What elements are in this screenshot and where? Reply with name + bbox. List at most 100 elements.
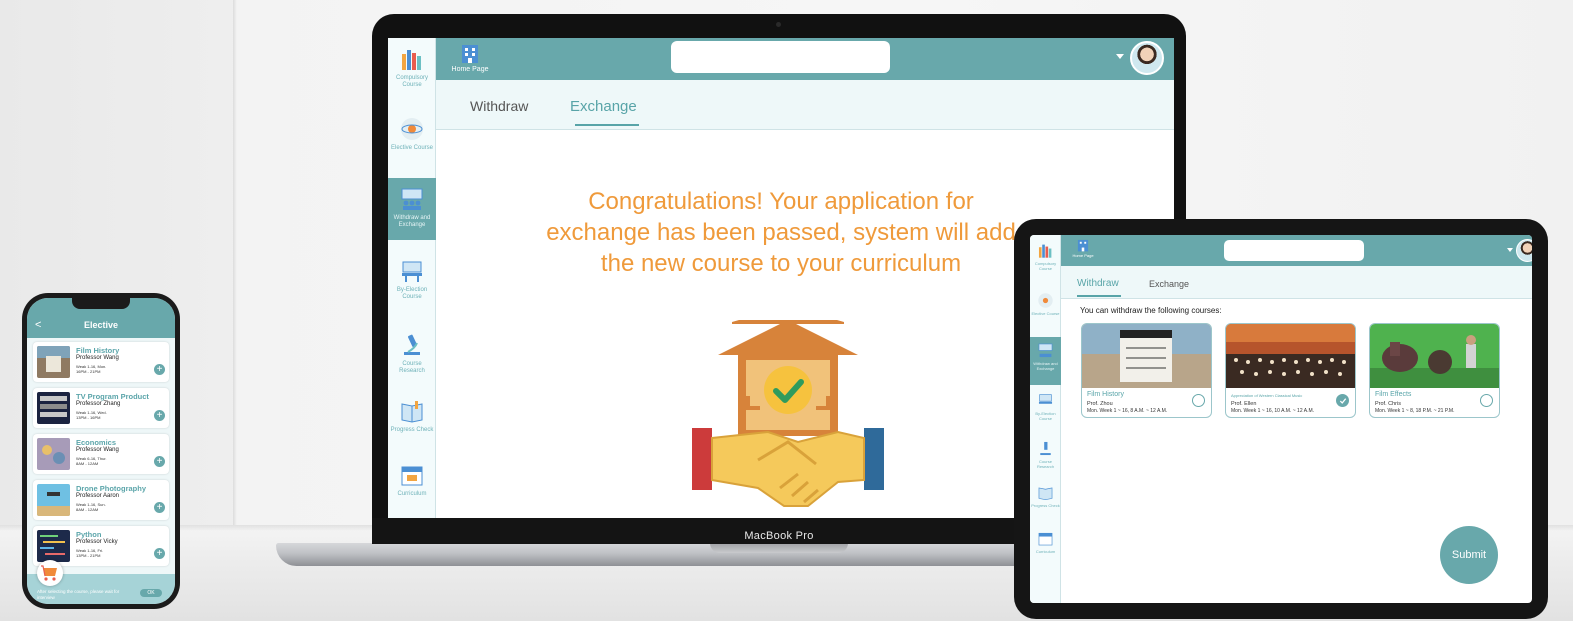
add-course-button[interactable]: + [154,456,165,467]
books-icon [1038,244,1052,258]
sidebar: Compulsory Course Elective Course Withdr… [1030,235,1061,603]
course-time: 8AM - 12AM [76,461,99,466]
course-card[interactable]: Film History Prof. Zhou Mon. Week 1 ~ 16… [1081,323,1212,418]
sidebar: Compulsory Course Elective Course Withdr… [388,38,436,518]
tab-exchange[interactable]: Exchange [1149,279,1189,289]
handshake-icon [692,428,884,507]
course-thumbnail [37,438,70,470]
desk-icon [402,261,422,282]
active-tab-indicator [1077,295,1121,297]
atom-icon [401,118,423,140]
select-radio[interactable] [1480,394,1493,407]
course-thumbnail [37,392,70,424]
course-professor: Professor Wang [76,355,119,361]
sidebar-item-label: Withdraw and Exchange [393,215,431,228]
sidebar-item-label: Withdraw and Exchange [1033,361,1058,371]
sidebar-item-curriculum[interactable]: Curriculum [1030,525,1061,573]
list-item[interactable]: Drone Photography Professor Aaron Weak 1… [33,480,169,520]
tab-bar: Withdraw Exchange [1061,266,1532,299]
sidebar-item-elective-course[interactable]: Elective Course [388,108,436,170]
ok-button[interactable]: OK [140,589,162,597]
sidebar-item-compulsory-course[interactable]: Compulsory Course [388,38,436,100]
microscope-icon [404,334,420,355]
footer-hint: After selecting the course, please wait … [37,589,120,600]
course-time: 8AM - 12AM [76,507,99,512]
select-radio[interactable] [1336,394,1349,407]
sidebar-item-label: By-Election Course [396,287,428,300]
tablet: Compulsory Course Elective Course Withdr… [1014,219,1548,619]
add-course-button[interactable]: + [154,548,165,559]
tab-bar: Withdraw Exchange [436,80,1174,130]
add-course-button[interactable]: + [154,502,165,513]
laptop-notch [710,543,848,553]
sidebar-item-withdraw-exchange[interactable]: Withdraw and Exchange [388,178,436,240]
avatar[interactable] [1130,41,1164,75]
course-name: Economics [76,438,117,447]
select-radio[interactable] [1192,394,1205,407]
home-button[interactable]: Home Page [450,42,490,73]
sidebar-item-label: Elective Course [1031,311,1060,316]
sidebar-item-label: Elective Course [390,145,434,151]
atom-icon [1038,293,1053,308]
avatar[interactable] [1516,239,1532,262]
sidebar-item-by-election-course[interactable]: By-Election Course [1030,387,1061,435]
camera-icon [776,22,781,27]
submit-button[interactable]: Submit [1440,526,1498,584]
exchange-success-illustration [692,320,884,507]
sidebar-item-withdraw-exchange[interactable]: Withdraw and Exchange [1030,337,1061,385]
tab-withdraw[interactable]: Withdraw [1077,278,1119,289]
list-item[interactable]: Economics Professor Wang Weak 6-16, Thur… [33,434,169,474]
microscope-icon [1040,441,1051,456]
course-professor: Professor Wang [76,447,119,453]
course-time: Mon. Week 1 ~ 16, 8 A.M. ~ 12 A.M. [1087,408,1168,414]
add-course-button[interactable]: + [154,410,165,421]
sidebar-item-course-research[interactable]: Course Research [1030,435,1061,483]
course-title: Film Effects [1375,391,1412,398]
course-time: 13PM - 21PM [76,553,101,558]
list-item[interactable]: TV Program Product Professor Zhang Weak … [33,388,169,428]
course-professor: Prof. Zhou [1087,401,1113,407]
course-name: TV Program Product [76,392,149,401]
course-name: Film History [76,346,120,355]
sidebar-item-label: Course Research [1036,459,1055,469]
active-tab-indicator [575,124,639,126]
tab-withdraw[interactable]: Withdraw [470,98,528,114]
sidebar-item-by-election-course[interactable]: By-Election Course [388,250,436,312]
sidebar-item-progress-check[interactable]: Progress Check [388,390,436,452]
chevron-down-icon[interactable] [1507,248,1513,252]
tablet-screen: Compulsory Course Elective Course Withdr… [1030,235,1532,603]
sidebar-item-progress-check[interactable]: Progress Check [1030,479,1061,527]
list-item[interactable]: Film History Professor Wang Weak 1-16, M… [33,342,169,382]
tab-exchange[interactable]: Exchange [570,98,637,115]
calendar-icon [1038,532,1053,546]
books-icon [402,50,421,70]
book-icon [401,401,423,423]
withdraw-hint: You can withdraw the following courses: [1080,306,1222,315]
course-card[interactable]: Film Effects Prof. Chris Mon. Week 1 ~ 8… [1369,323,1500,418]
course-thumbnail [37,346,70,378]
search-input[interactable] [1224,240,1364,261]
course-professor: Prof. Ellen [1231,401,1257,407]
sidebar-item-curriculum[interactable]: Curriculum [388,454,436,516]
course-professor: Prof. Chris [1375,401,1401,407]
film-effects-image [1370,324,1499,388]
sidebar-item-course-research[interactable]: Course Research [388,324,436,386]
sidebar-item-compulsory-course[interactable]: Compulsory Course [1030,237,1061,285]
sidebar-item-label: Compulsory Course [395,75,428,88]
orchestra-image [1226,324,1355,388]
course-professor: Professor Aaron [76,493,120,499]
sidebar-item-elective-course[interactable]: Elective Course [1030,287,1061,335]
search-input[interactable] [671,41,890,73]
desk-icon [1038,394,1053,404]
course-card[interactable]: Appreciation of Western Classical Music … [1225,323,1356,418]
course-time: 13PM - 16PM [76,415,101,420]
course-time: Mon. Week 1 ~ 16, 10 A.M. ~ 12 A.M. [1231,408,1315,414]
course-professor: Professor Zhang [76,401,121,407]
wall-seam [233,0,237,530]
chevron-down-icon[interactable] [1116,54,1124,59]
cart-button[interactable] [37,560,63,586]
course-time: Mon. Week 1 ~ 8, 18 P.M. ~ 21 P.M. [1375,408,1455,414]
home-button[interactable]: Home Page [1069,238,1097,258]
building-icon [462,45,478,63]
add-course-button[interactable]: + [154,364,165,375]
